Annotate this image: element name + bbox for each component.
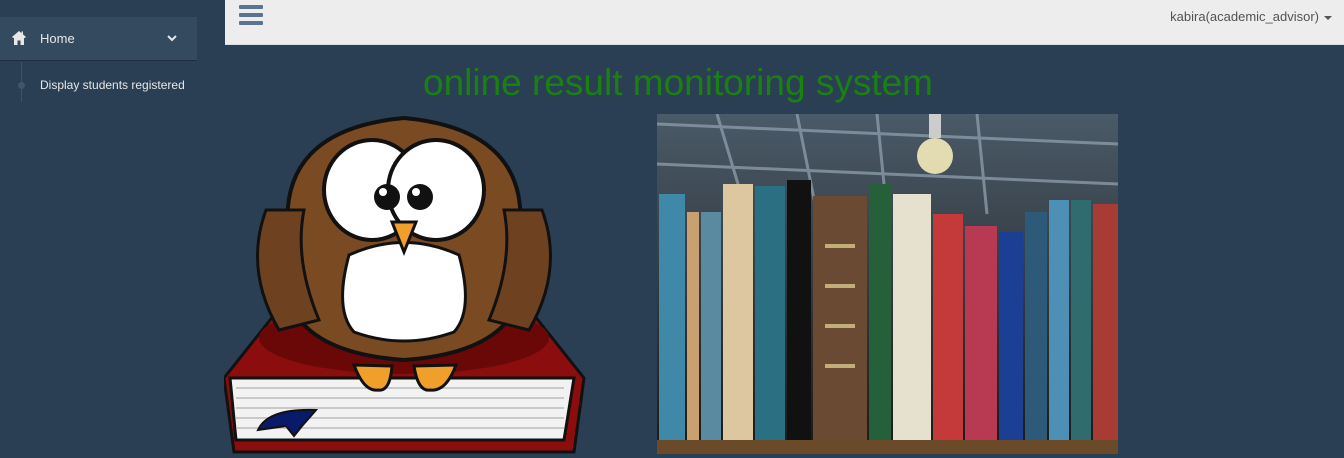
user-name: kabira(academic_advisor)	[1170, 9, 1319, 24]
menu-toggle-icon[interactable]	[239, 5, 263, 27]
sidebar-item-home[interactable]: Home	[0, 17, 197, 60]
sidebar-item-display-students[interactable]: Display students registered	[40, 78, 185, 92]
page-title: online result monitoring system	[423, 62, 933, 103]
chevron-down-icon	[167, 35, 177, 42]
submenu-bullet	[18, 82, 25, 89]
top-nav: kabira(academic_advisor)	[225, 0, 1344, 45]
home-icon	[12, 31, 26, 45]
sidebar-item-label: Home	[40, 31, 75, 46]
bookshelf-image	[657, 114, 1118, 454]
user-menu[interactable]: kabira(academic_advisor)	[1170, 9, 1332, 24]
owl-on-book-image	[224, 115, 586, 454]
sidebar: Home Display students registered	[0, 0, 225, 458]
caret-down-icon	[1324, 15, 1332, 20]
